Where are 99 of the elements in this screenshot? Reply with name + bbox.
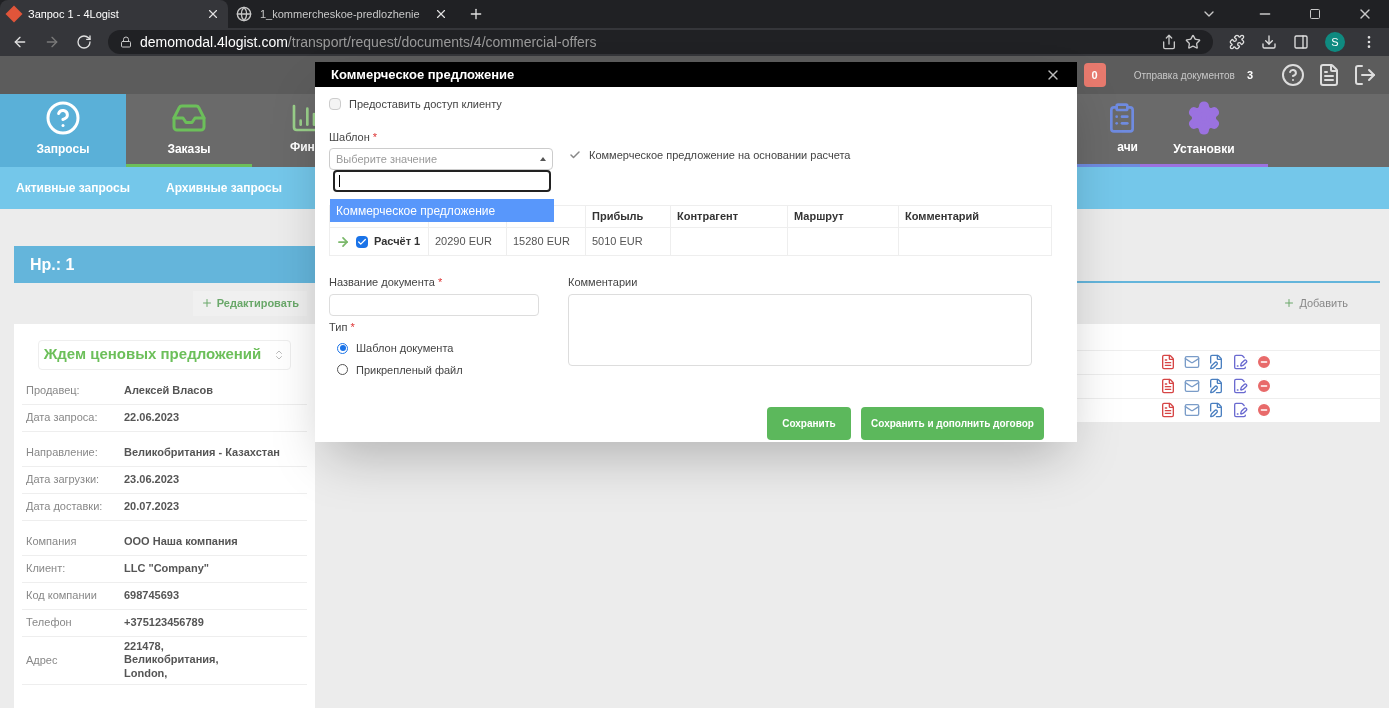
row-checkbox[interactable] [356, 235, 368, 248]
checkbox-label: Коммерческое предложение на основании расчета [589, 147, 851, 163]
subnav-link[interactable]: Архивные запросы [165, 179, 282, 197]
url-host: demomodal.4logist.com [140, 32, 288, 52]
pdf-icon[interactable] [1160, 402, 1176, 418]
mail-icon[interactable] [1184, 354, 1200, 370]
new-tab-icon[interactable] [468, 6, 484, 22]
delete-icon[interactable] [1256, 378, 1272, 394]
column-header: Прибыль [585, 206, 670, 227]
close-icon[interactable] [206, 7, 220, 21]
globe-icon [236, 6, 252, 22]
field-label: Компания [25, 534, 78, 550]
field-value: ООО Наша компания [124, 534, 238, 549]
browser-tab[interactable]: Запрос 1 - 4Logist [0, 0, 228, 28]
request-title-bar: Нр.: 1 [14, 246, 315, 283]
help-icon [45, 100, 81, 136]
field-label: Дата загрузки: [25, 472, 101, 488]
search-field[interactable] [333, 170, 551, 192]
delete-icon[interactable] [1256, 354, 1272, 370]
field-label: Дата доставки: [25, 499, 104, 515]
field-label: Тип * [329, 319, 356, 335]
modal-title: Коммерческое предложение [331, 65, 515, 84]
close-icon[interactable] [434, 7, 448, 21]
column-header: Маршрут [787, 206, 898, 227]
address-bar[interactable]: demomodal.4logist.com/transport/request/documents/4/commercial-offers [108, 30, 1213, 54]
sign-icon[interactable] [1232, 378, 1248, 394]
field-label: Телефон [25, 615, 73, 631]
field-value: +375123456789 [124, 615, 204, 630]
radio-label: Прикрепленый файл [356, 362, 463, 378]
reload-icon[interactable] [76, 34, 92, 50]
subnav-link[interactable]: Активные запросы [16, 179, 130, 197]
mail-icon[interactable] [1184, 378, 1200, 394]
field-label: Название документа * [329, 275, 444, 290]
sign-icon[interactable] [1232, 402, 1248, 418]
field-label: Адрес [25, 652, 59, 668]
table-cell-text: Расчёт 1 [374, 234, 421, 250]
field-value: Великобритания - Казахстан [124, 445, 280, 460]
chart-icon [290, 102, 315, 134]
logout-icon[interactable] [1353, 63, 1377, 87]
documents-icon[interactable] [1317, 63, 1341, 87]
edit-button[interactable]: Редактировать [192, 291, 307, 316]
add-button[interactable]: Добавить [1275, 291, 1356, 316]
field-value: LLC "Company" [124, 561, 209, 576]
field-label: Дата запроса: [25, 410, 99, 426]
checkbox-label: Предоставить доступ клиенту [349, 97, 502, 112]
field-label: Комментарии [568, 275, 639, 290]
extensions-icon[interactable] [1229, 34, 1245, 50]
notification-badge[interactable]: 0 [1083, 62, 1106, 88]
field-value: 698745693 [124, 588, 180, 603]
checkbox[interactable] [569, 148, 581, 161]
plus-icon [200, 297, 213, 310]
sending-label: Отправка документов [1133, 68, 1235, 83]
column-header: Комментарий [898, 206, 1051, 227]
document-name-field[interactable] [329, 293, 539, 316]
download-icon[interactable] [1261, 34, 1277, 50]
side-panel-icon[interactable] [1293, 34, 1309, 50]
template-select[interactable]: Выберите значение [329, 148, 553, 170]
nav-tile[interactable]: Запросы [0, 94, 126, 167]
field-value: 20.07.2023 [124, 499, 180, 514]
table-cell: 20290 EUR [428, 228, 506, 255]
bookmark-icon[interactable] [1185, 34, 1201, 50]
field-label: Продавец: [25, 383, 81, 399]
table-cell: 5010 EUR [585, 228, 670, 255]
forward-icon[interactable] [44, 34, 60, 50]
column-header: Контрагент [670, 206, 787, 227]
maximize-icon[interactable] [1309, 8, 1321, 20]
field-value: 22.06.2023 [124, 410, 180, 425]
field-value: Алексей Власов [124, 383, 213, 398]
field-label: Клиент: [25, 561, 67, 577]
edit-icon[interactable] [1208, 354, 1224, 370]
lock-icon [120, 36, 132, 48]
checkbox[interactable] [329, 98, 341, 111]
help-icon[interactable] [1281, 63, 1305, 87]
sending-count: 3 [1246, 67, 1253, 83]
comments-field[interactable] [568, 293, 1032, 366]
field-label: Код компании [25, 588, 98, 604]
plus-icon [1283, 297, 1296, 310]
field-label: Шаблон * [329, 129, 379, 145]
share-icon[interactable] [1161, 34, 1177, 50]
back-icon[interactable] [12, 34, 28, 50]
edit-icon[interactable] [1208, 402, 1224, 418]
status-select[interactable]: Ждем ценовых предложений [38, 339, 291, 370]
profile-avatar[interactable]: S [1325, 32, 1345, 52]
radio-label: Шаблон документа [356, 341, 454, 356]
save-button[interactable]: Сохранить и дополнить договор [861, 407, 1044, 440]
edit-icon[interactable] [1208, 378, 1224, 394]
sign-icon[interactable] [1232, 354, 1248, 370]
field-value: 23.06.2023 [124, 472, 180, 487]
save-button[interactable]: Сохранить [767, 407, 851, 440]
url-path: /transport/request/documents/4/commercial-offers [287, 32, 597, 52]
dropdown-option[interactable]: Коммерческое предложение [330, 199, 554, 222]
field-value: 221478, Великобритания, London, [124, 639, 219, 681]
delete-icon[interactable] [1256, 402, 1272, 418]
browser-tab[interactable]: 1_kommercheskoe-predlozhenie [228, 0, 456, 28]
pdf-icon[interactable] [1160, 354, 1176, 370]
field-label: Направление: [25, 445, 99, 461]
mail-icon[interactable] [1184, 402, 1200, 418]
pdf-icon[interactable] [1160, 378, 1176, 394]
table-cell: 15280 EUR [506, 228, 585, 255]
